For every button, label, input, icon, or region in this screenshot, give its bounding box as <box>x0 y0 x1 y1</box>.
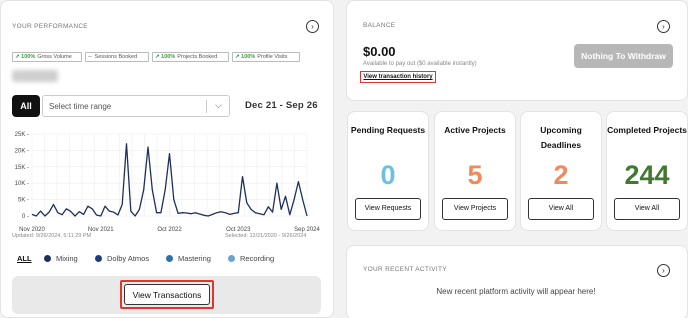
activity-card <box>346 245 688 318</box>
updated-timestamp: Updated: 9/26/2024, 5:11:29 PM <box>12 233 92 239</box>
all-button[interactable]: All <box>12 95 40 117</box>
time-range-placeholder: Select time range <box>49 101 112 111</box>
legend-dolby-atmos[interactable]: Dolby Atmos <box>95 254 149 263</box>
stat-active-projects: Active Projects 5 View Projects <box>434 111 516 231</box>
chip-projects-booked[interactable]: ↗ 100% Projects Booked <box>152 52 229 62</box>
stat-title: Completed Projects <box>607 125 687 135</box>
x-tick-label: Oct 2022 <box>157 227 182 233</box>
legend-all[interactable]: ALL <box>17 254 32 263</box>
balance-arrow-icon[interactable]: › <box>657 20 670 33</box>
chevron-down-icon: ⌵ <box>215 100 222 110</box>
y-tick-label: 0 - <box>22 214 29 220</box>
stat-value: 244 <box>624 160 670 190</box>
performance-title: YOUR PERFORMANCE <box>12 23 88 30</box>
legend-mastering[interactable]: Mastering <box>166 254 211 263</box>
legend-dot <box>44 255 51 262</box>
stat-title: Active Projects <box>444 125 506 135</box>
legend-label: Recording <box>240 254 275 263</box>
chip-sessions-booked[interactable]: -- Sessions Booked <box>85 52 149 62</box>
view-transaction-history-link[interactable]: View transaction history <box>360 71 436 83</box>
balance-amount: $0.00 <box>363 44 396 59</box>
view-completed-button[interactable]: View All <box>614 198 680 220</box>
stat-value: 0 <box>380 160 396 190</box>
activity-arrow-icon[interactable]: › <box>657 264 670 277</box>
legend-label: Dolby Atmos <box>107 254 150 263</box>
chip-gross-volume[interactable]: ↗ 100% Gross Volume <box>12 52 82 62</box>
y-tick-label: 15K - <box>15 165 29 171</box>
dash-icon: -- <box>88 54 92 60</box>
stat-upcoming-deadlines: Upcoming Deadlines 2 View All <box>520 111 602 231</box>
y-tick-label: 10K - <box>15 181 29 187</box>
selected-range: Selected: 12/21/2020 - 9/26/2024 <box>225 233 307 239</box>
stat-pending-requests: Pending Requests 0 View Requests <box>347 111 429 231</box>
view-transactions-button[interactable]: View Transactions <box>124 284 210 305</box>
trend-up-icon: ↗ 100% <box>155 54 176 60</box>
trend-up-icon: ↗ 100% <box>15 54 36 60</box>
chip-label: Profile Visits <box>257 54 288 60</box>
select-divider <box>206 100 207 113</box>
stat-value: 2 <box>553 160 569 190</box>
legend-dot <box>228 255 235 262</box>
y-tick-label: 20K - <box>15 148 29 154</box>
time-range-select[interactable]: Select time range ⌵ <box>42 95 230 117</box>
date-range-label: Dec 21 - Sep 26 <box>245 100 318 111</box>
legend-label: Mixing <box>56 254 78 263</box>
stat-completed-projects: Completed Projects 244 View All <box>606 111 688 231</box>
blurred-gross-volume <box>12 70 58 82</box>
chip-profile-visits[interactable]: ↗ 100% Profile Visits <box>232 52 300 62</box>
chip-label: Projects Booked <box>177 54 218 60</box>
x-tick-label: Nov 2021 <box>88 227 114 233</box>
activity-empty-message: New recent platform activity will appear… <box>436 287 596 296</box>
legend-mixing[interactable]: Mixing <box>44 254 78 263</box>
available-text: Available to pay out ($0 available insta… <box>363 61 477 67</box>
y-tick-label: 25K - <box>15 132 29 138</box>
performance-arrow-icon[interactable]: › <box>306 20 319 33</box>
activity-title: YOUR RECENT ACTIVITY <box>363 266 447 273</box>
stat-value: 5 <box>467 160 483 190</box>
view-requests-button[interactable]: View Requests <box>355 198 421 220</box>
balance-title: BALANCE <box>363 22 396 29</box>
stat-title: Pending Requests <box>350 125 426 135</box>
chip-label: Gross Volume <box>37 54 72 60</box>
chip-label: Sessions Booked <box>94 54 138 60</box>
trend-up-icon: ↗ 100% <box>235 54 256 60</box>
legend-recording[interactable]: Recording <box>228 254 274 263</box>
legend-label: Mastering <box>178 254 211 263</box>
nothing-to-withdraw-button[interactable]: Nothing To Withdraw <box>574 44 673 68</box>
y-tick-label: 5K - <box>18 198 29 204</box>
legend-dot <box>166 255 173 262</box>
view-projects-button[interactable]: View Projects <box>442 198 508 220</box>
view-transactions-button-highlight[interactable]: View Transactions <box>120 280 214 309</box>
performance-chart: 0 -5K -10K -15K -20K -25K -Nov 2020 Nov 2… <box>15 132 321 233</box>
legend-dot <box>95 255 102 262</box>
view-deadlines-button[interactable]: View All <box>528 198 594 220</box>
stat-title: Upcoming Deadlines <box>540 125 582 150</box>
